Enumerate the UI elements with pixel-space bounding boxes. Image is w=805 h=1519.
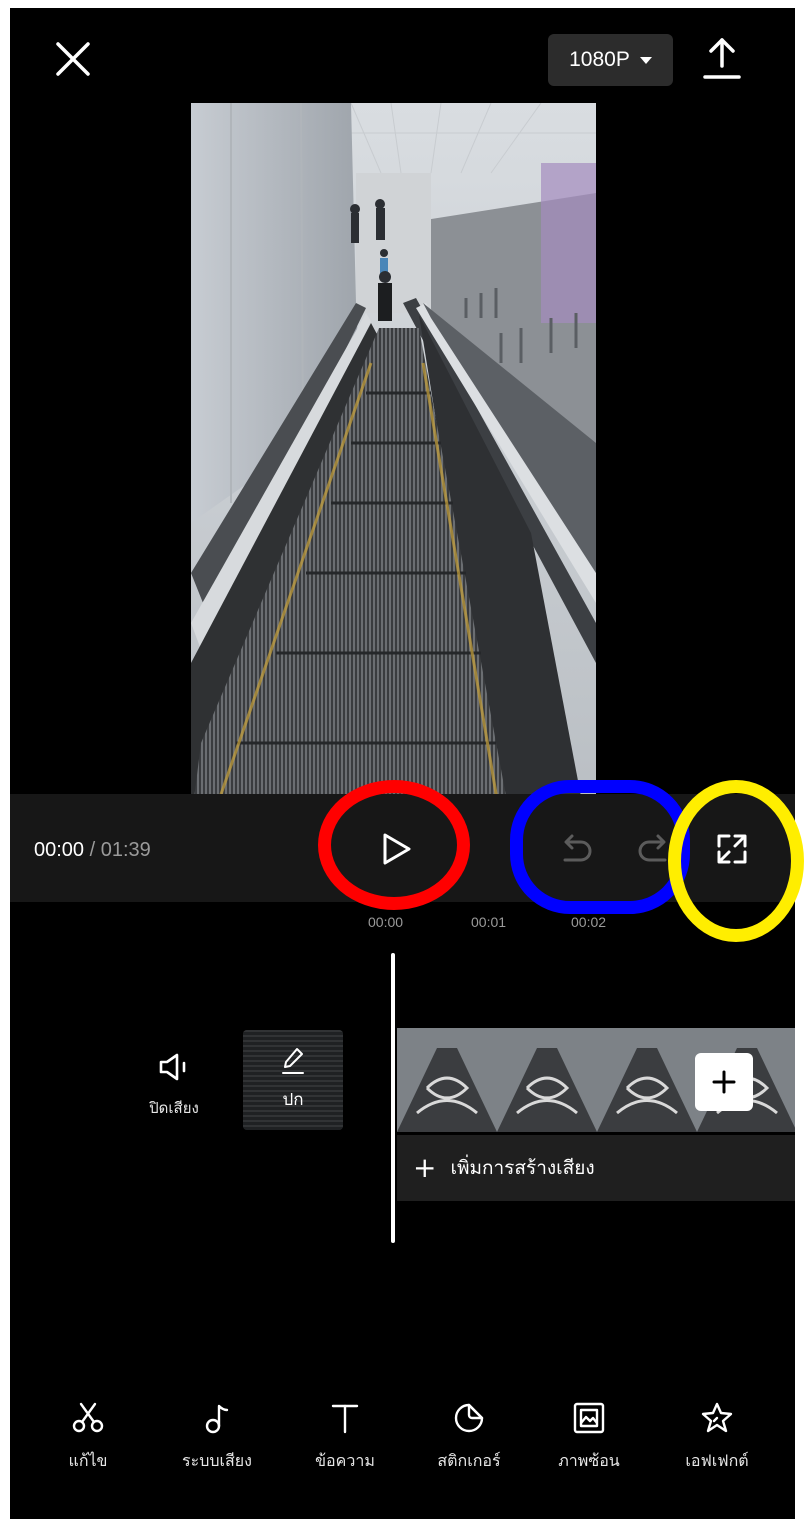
tool-effects[interactable]: เอฟเฟกต์: [662, 1401, 772, 1474]
play-button[interactable]: [375, 829, 415, 869]
tool-label: ภาพซ้อน: [558, 1451, 620, 1470]
undo-icon: [563, 834, 592, 862]
play-icon: [383, 833, 411, 865]
tool-overlay[interactable]: ภาพซ้อน: [534, 1401, 644, 1474]
clip-thumbnail: [497, 1028, 597, 1132]
clip-thumbnail: [597, 1028, 697, 1132]
video-preview[interactable]: [191, 103, 596, 823]
total-duration: / 01:39: [84, 839, 151, 861]
tool-label: ข้อความ: [315, 1451, 375, 1470]
timeline-tick: 00:00: [368, 914, 404, 930]
playback-bar: 00:00 / 01:39: [10, 794, 795, 902]
cover-overlay: [243, 1030, 343, 1130]
speaker-icon: [159, 1053, 186, 1081]
redo-icon: [638, 834, 667, 862]
tool-label: ระบบเสียง: [182, 1451, 252, 1470]
plus-icon: +: [413, 1151, 437, 1184]
playback-time: 00:00 / 01:39: [34, 839, 151, 862]
tool-audio[interactable]: ระบบเสียง: [162, 1401, 272, 1474]
fullscreen-button[interactable]: [715, 832, 749, 866]
escalator-video-frame: [191, 103, 596, 823]
close-icon: [56, 42, 90, 76]
add-audio-label: เพิ่มการสร้างเสียง: [450, 1157, 595, 1179]
video-editor-screen: 1080P 00:00 / 01:39 00:00 00:01 00:02 ปิ…: [10, 8, 795, 1519]
mute-label: ปิดเสียง: [149, 1099, 199, 1117]
resolution-dropdown[interactable]: 1080P: [548, 34, 673, 86]
redo-button[interactable]: [635, 832, 675, 868]
tool-label: สติกเกอร์: [437, 1451, 501, 1470]
timeline-tick: 00:02: [571, 914, 607, 930]
fullscreen-icon: [717, 834, 747, 864]
undo-button[interactable]: [555, 832, 595, 868]
tool-edit[interactable]: แก้ไข: [33, 1401, 143, 1474]
music-note-icon: [205, 1404, 229, 1434]
plus-icon: [712, 1070, 736, 1094]
cover-button[interactable]: ปก: [243, 1030, 343, 1130]
sticker-icon: [454, 1403, 484, 1433]
mute-audio-button[interactable]: ปิดเสียง: [134, 1052, 214, 1120]
tool-text[interactable]: ข้อความ: [290, 1401, 400, 1474]
playhead[interactable]: [391, 953, 395, 1243]
caret-down-icon: [639, 56, 652, 64]
bottom-toolbar: แก้ไข ระบบเสียง ข้อความ สติกเกอร์ ภาพซ้อ…: [10, 1401, 795, 1491]
add-audio-button[interactable]: + เพิ่มการสร้างเสียง: [397, 1135, 795, 1201]
overlay-icon: [573, 1402, 605, 1434]
tool-label: เอฟเฟกต์: [685, 1451, 749, 1470]
cover-label: ปก: [282, 1090, 304, 1110]
export-button[interactable]: [700, 34, 744, 82]
pencil-icon: [282, 1048, 304, 1074]
text-icon: [331, 1404, 359, 1434]
tool-sticker[interactable]: สติกเกอร์: [414, 1401, 524, 1474]
scissors-icon: [72, 1402, 104, 1433]
add-clip-button[interactable]: [695, 1053, 753, 1111]
current-time: 00:00: [34, 839, 85, 861]
upload-icon: [703, 38, 741, 79]
tool-label: แก้ไข: [68, 1451, 108, 1470]
resolution-label: 1080P: [569, 48, 630, 71]
effects-star-icon: [701, 1402, 733, 1433]
clip-thumbnail: [397, 1028, 497, 1132]
close-button[interactable]: [50, 36, 96, 82]
timeline-tick: 00:01: [471, 914, 507, 930]
